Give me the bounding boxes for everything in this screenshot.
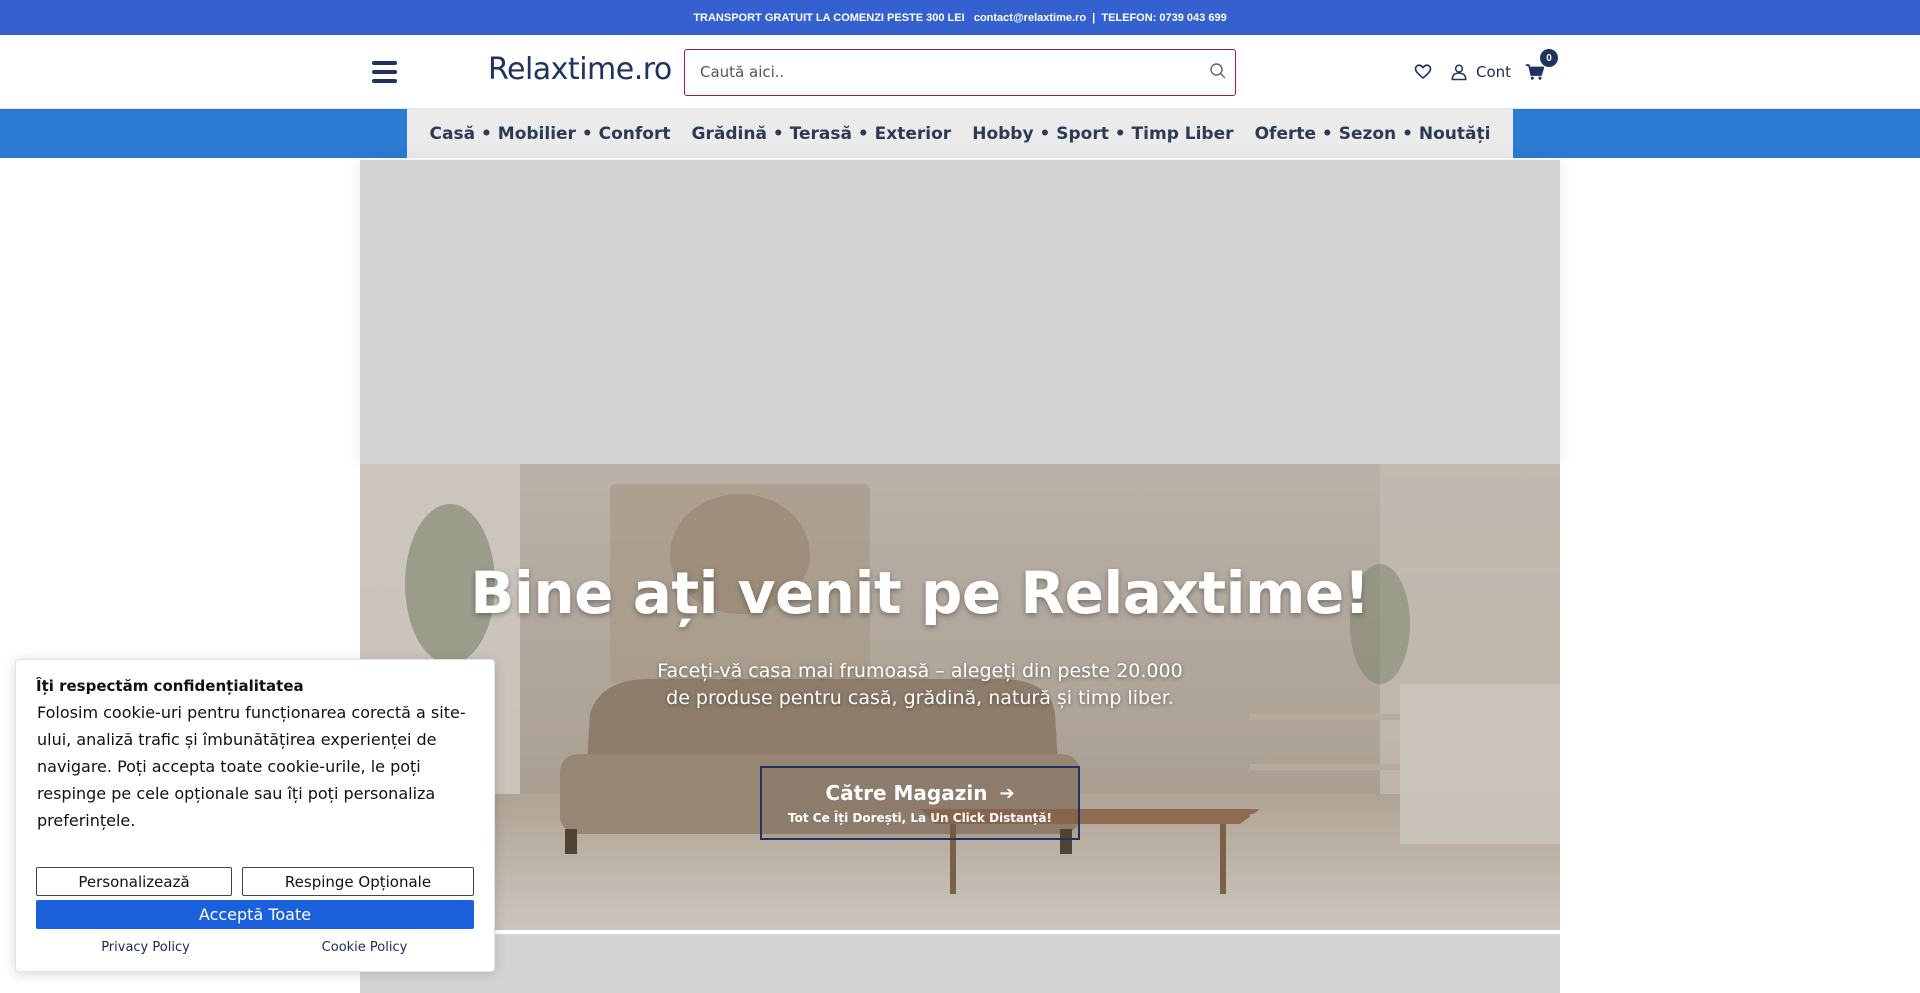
- cookie-consent-dialog: Îți respectăm confidențialitatea Folosim…: [15, 659, 495, 972]
- header-actions: Cont 0: [1414, 49, 1559, 85]
- cart-icon: [1525, 64, 1545, 80]
- privacy-policy-link[interactable]: Privacy Policy: [36, 936, 255, 955]
- accept-all-cookies-button[interactable]: Acceptă Toate: [36, 900, 474, 929]
- cookie-secondary-actions: Personalizează Respinge Opționale: [36, 867, 474, 896]
- arrow-right-icon: ➔: [999, 782, 1015, 804]
- nav-item-casa[interactable]: Casă • Mobilier • Confort: [430, 124, 671, 144]
- hero-placeholder-top: [360, 160, 1560, 464]
- hero-banner: Bine ați venit pe Relaxtime! Faceți-vă c…: [360, 464, 1560, 930]
- hero-placeholder-bottom: [360, 934, 1560, 993]
- account-label: Cont: [1476, 63, 1512, 81]
- menu-icon[interactable]: [372, 61, 397, 83]
- nav-menu: Casă • Mobilier • Confort Grădină • Tera…: [407, 109, 1513, 158]
- site-logo[interactable]: Relaxtime.ro: [488, 52, 672, 87]
- nav-item-oferte[interactable]: Oferte • Sezon • Noutăți: [1255, 124, 1491, 144]
- hero-subtitle-line-1: Faceți-vă casa mai frumoasă – alegeți di…: [657, 660, 1183, 682]
- main-navigation: Casă • Mobilier • Confort Grădină • Tera…: [0, 109, 1920, 158]
- nav-item-gradina[interactable]: Grădină • Terasă • Exterior: [692, 124, 952, 144]
- cart-button[interactable]: 0: [1525, 49, 1559, 81]
- cookie-policy-link[interactable]: Cookie Policy: [255, 936, 474, 955]
- hero-subtitle: Faceți-vă casa mai frumoasă – alegeți di…: [560, 658, 1280, 712]
- shop-now-button[interactable]: Către Magazin ➔ Tot Ce Îți Dorești, La U…: [760, 766, 1080, 840]
- hero-title: Bine ați venit pe Relaxtime!: [470, 559, 1370, 627]
- customize-cookies-button[interactable]: Personalizează: [36, 867, 232, 896]
- cookie-description: Folosim cookie-uri pentru funcționarea c…: [37, 703, 466, 830]
- reject-optional-cookies-button[interactable]: Respinge Opționale: [242, 867, 474, 896]
- cart-count-badge: 0: [1540, 49, 1559, 67]
- hero-subtitle-line-2: de produse pentru casă, grădină, natură …: [666, 687, 1174, 709]
- shop-now-main: Către Magazin ➔: [825, 781, 1014, 805]
- top-announcement-bar: TRANSPORT GRATUIT LA COMENZI PESTE 300 L…: [0, 0, 1920, 35]
- search-input[interactable]: [685, 50, 1185, 94]
- site-header: Relaxtime.ro Cont 0: [0, 35, 1920, 109]
- shop-now-label: Către Magazin: [825, 781, 988, 805]
- user-icon: [1451, 64, 1467, 81]
- cookie-policy-links: Privacy Policy Cookie Policy: [36, 936, 474, 955]
- heart-icon[interactable]: [1414, 63, 1432, 81]
- nav-item-hobby[interactable]: Hobby • Sport • Timp Liber: [972, 124, 1233, 144]
- search-icon[interactable]: [1209, 62, 1227, 80]
- shop-now-sublabel: Tot Ce Îți Dorești, La Un Click Distanță…: [788, 811, 1052, 825]
- cookie-title: Îți respectăm confidențialitatea: [36, 677, 304, 695]
- search-box: [684, 49, 1236, 96]
- announcement-text: TRANSPORT GRATUIT LA COMENZI PESTE 300 L…: [693, 11, 1227, 24]
- account-link[interactable]: Cont: [1450, 63, 1525, 81]
